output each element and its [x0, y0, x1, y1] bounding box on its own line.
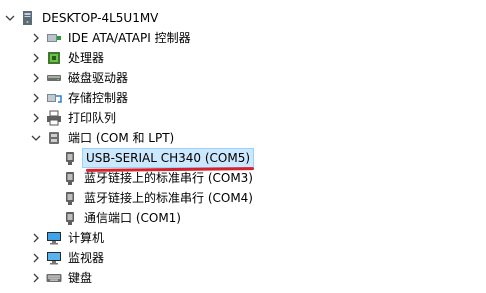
controller-icon	[46, 30, 62, 46]
chevron-right-icon[interactable]	[30, 68, 42, 88]
processor-icon	[46, 50, 62, 66]
computer-monitor-icon	[46, 230, 62, 246]
tree-item-storage-controllers[interactable]: 存储控制器	[30, 88, 130, 108]
tree-item-keyboards[interactable]: 键盘	[30, 268, 94, 288]
device-tree: DESKTOP-4L5U1MV IDE ATA/ATAPI 控制器 处理器 磁盘…	[0, 0, 486, 293]
tree-item-label: 处理器	[68, 51, 105, 65]
tree-child-label: 通信端口 (COM1)	[84, 211, 181, 225]
serial-port-icon	[62, 210, 78, 226]
tree-root-label: DESKTOP-4L5U1MV	[42, 11, 159, 25]
tree-item-label: 键盘	[68, 271, 93, 285]
chevron-down-icon[interactable]	[30, 128, 42, 148]
tree-item-label: 计算机	[68, 231, 105, 245]
chevron-right-icon[interactable]	[30, 88, 42, 108]
tree-root[interactable]: DESKTOP-4L5U1MV	[4, 8, 160, 28]
chevron-right-icon[interactable]	[30, 248, 42, 268]
tree-child-bluetooth-com4[interactable]: 蓝牙链接上的标准串行 (COM4)	[62, 188, 255, 208]
chevron-right-icon[interactable]	[30, 48, 42, 68]
tree-item-ide-controller[interactable]: IDE ATA/ATAPI 控制器	[30, 28, 193, 48]
tree-item-processor[interactable]: 处理器	[30, 48, 106, 68]
chevron-right-icon[interactable]	[30, 108, 42, 128]
tree-item-label: 存储控制器	[68, 91, 129, 105]
selected-device-label: USB-SERIAL CH340 (COM5)	[82, 148, 255, 168]
tree-item-ports[interactable]: 端口 (COM 和 LPT)	[30, 128, 176, 148]
serial-port-icon	[62, 150, 78, 166]
chevron-down-icon[interactable]	[4, 8, 16, 28]
tree-item-label: 端口 (COM 和 LPT)	[68, 131, 175, 145]
tree-item-label: 打印队列	[68, 111, 117, 125]
tree-item-label: IDE ATA/ATAPI 控制器	[68, 31, 191, 45]
computer-icon	[20, 10, 36, 26]
tree-item-label: 监视器	[68, 251, 105, 265]
chevron-right-icon[interactable]	[30, 228, 42, 248]
tree-child-communications-com1[interactable]: 通信端口 (COM1)	[62, 208, 183, 228]
tree-item-label: 磁盘驱动器	[68, 71, 129, 85]
tree-item-computer[interactable]: 计算机	[30, 228, 106, 248]
chevron-right-icon[interactable]	[30, 28, 42, 48]
tree-child-usb-serial-ch340[interactable]: USB-SERIAL CH340 (COM5)	[62, 148, 255, 168]
tree-item-disk-drives[interactable]: 磁盘驱动器	[30, 68, 130, 88]
chevron-right-icon[interactable]	[30, 268, 42, 288]
monitor-icon	[46, 250, 62, 266]
disk-drive-icon	[46, 70, 62, 86]
tree-child-label: 蓝牙链接上的标准串行 (COM4)	[84, 191, 253, 205]
serial-port-icon	[62, 170, 78, 186]
tree-item-print-queues[interactable]: 打印队列	[30, 108, 118, 128]
storage-controller-icon	[46, 90, 62, 106]
port-icon	[46, 130, 62, 146]
tree-item-monitors[interactable]: 监视器	[30, 248, 106, 268]
keyboard-icon	[46, 270, 62, 286]
printer-icon	[46, 110, 62, 126]
serial-port-icon	[62, 190, 78, 206]
